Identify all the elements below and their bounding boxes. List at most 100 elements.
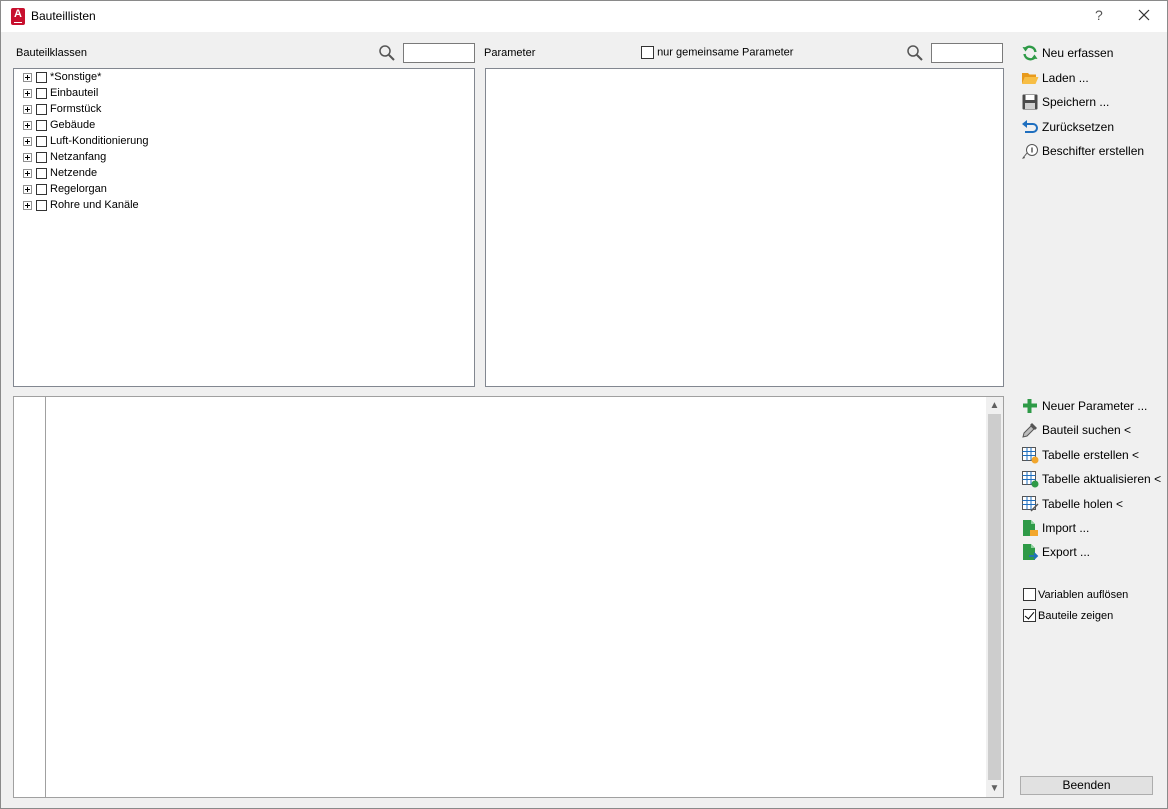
create-table-label: Tabelle erstellen < [1042,448,1140,462]
reset-button[interactable]: Zurücksetzen [1021,117,1114,137]
floppy-disk-icon [1022,94,1038,110]
autocad-logo-icon: A [11,8,25,25]
new-entry-button[interactable]: Neu erfassen [1021,43,1113,63]
tree-item-label: Netzende [50,167,98,180]
close-dialog-button[interactable]: Beenden [1020,776,1153,795]
find-part-button[interactable]: Bauteil suchen < [1021,420,1131,440]
new-parameter-label: Neuer Parameter ... [1042,399,1148,413]
load-label: Laden ... [1042,71,1089,85]
help-button[interactable]: ? [1095,7,1103,23]
vertical-scrollbar[interactable]: ▲ ▼ [986,397,1003,797]
expand-icon[interactable] [23,104,32,114]
resolve-variables-box[interactable] [1023,588,1036,601]
undo-icon [1022,120,1038,133]
tree-item-sonstige[interactable]: *Sonstige* [23,71,101,87]
save-label: Speichern ... [1042,95,1110,109]
expand-icon[interactable] [23,168,32,178]
table-get-icon [1022,496,1039,512]
resolve-variables-label: Variablen auflösen [1038,588,1129,601]
tree-checkbox[interactable] [36,119,47,131]
tree-item-regelorgan[interactable]: Regelorgan [23,183,107,199]
show-parts-box[interactable] [1023,609,1036,622]
tree-item-label: Luft-Konditionierung [50,135,149,148]
tree-item-label: Gebäude [50,119,96,132]
import-button[interactable]: Import ... [1021,518,1089,538]
export-label: Export ... [1042,545,1091,559]
tree-checkbox[interactable] [36,135,47,147]
create-labeler-label: Beschifter erstellen [1042,144,1145,158]
tree-item-label: Einbauteil [50,87,99,100]
expand-icon[interactable] [23,184,32,194]
find-part-label: Bauteil suchen < [1042,423,1132,437]
eyedropper-icon [1022,423,1037,438]
tree-item-netzende[interactable]: Netzende [23,167,97,183]
import-icon [1023,520,1038,536]
parameters-search-input[interactable] [931,43,1003,63]
search-icon[interactable] [906,44,924,62]
expand-icon[interactable] [23,120,32,130]
import-label: Import ... [1042,521,1090,535]
scroll-down-icon[interactable]: ▼ [986,780,1003,797]
expand-icon[interactable] [23,200,32,210]
expand-icon[interactable] [23,88,32,98]
tree-item-label: Formstück [50,103,102,116]
tree-item-netzanfang[interactable]: Netzanfang [23,151,106,167]
tree-checkbox[interactable] [36,103,47,115]
expand-icon[interactable] [23,72,32,82]
tree-checkbox[interactable] [36,183,47,195]
reset-label: Zurücksetzen [1042,120,1115,134]
shared-parameters-checkbox[interactable]: nur gemeinsame Parameter [641,46,793,59]
refresh-icon [1022,45,1038,61]
classes-tree[interactable]: *Sonstige* Einbauteil Formstück Gebäude … [13,68,475,387]
window-title: Bauteillisten [31,9,96,23]
update-table-label: Tabelle aktualisieren < [1042,472,1162,486]
tree-checkbox[interactable] [36,199,47,211]
tree-item-einbauteil[interactable]: Einbauteil [23,87,98,103]
classes-label: Bauteilklassen [16,47,87,59]
label-tag-icon [1022,144,1038,159]
tree-checkbox[interactable] [36,167,47,179]
table-grid[interactable]: ▲ ▼ [13,396,1004,798]
shared-parameters-box[interactable] [641,46,654,59]
tree-item-label: Rohre und Kanäle [50,199,139,212]
parameters-list[interactable] [485,68,1004,387]
close-icon[interactable] [1135,6,1153,24]
resolve-variables-checkbox[interactable]: Variablen auflösen [1023,588,1128,601]
show-parts-label: Bauteile zeigen [1038,609,1114,622]
tree-checkbox[interactable] [36,87,47,99]
show-parts-checkbox[interactable]: Bauteile zeigen [1023,609,1113,622]
classes-search-input[interactable] [403,43,475,63]
title-bar: A Bauteillisten ? [1,1,1167,32]
save-button[interactable]: Speichern ... [1021,92,1109,112]
tree-checkbox[interactable] [36,151,47,163]
get-table-button[interactable]: Tabelle holen < [1021,494,1123,514]
scrollbar-thumb[interactable] [988,414,1001,780]
tree-item-gebaeude[interactable]: Gebäude [23,119,95,135]
export-icon [1023,544,1039,560]
row-header-column [14,397,46,797]
folder-open-icon [1022,73,1039,84]
export-button[interactable]: Export ... [1021,542,1090,562]
tree-item-label: *Sonstige* [50,71,102,84]
update-table-button[interactable]: Tabelle aktualisieren < [1021,469,1161,489]
plus-icon [1023,399,1037,413]
tree-checkbox[interactable] [36,71,47,83]
get-table-label: Tabelle holen < [1042,497,1124,511]
new-parameter-button[interactable]: Neuer Parameter ... [1021,396,1147,416]
create-labeler-button[interactable]: Beschifter erstellen [1021,141,1144,161]
tree-item-rohre-und-kanaele[interactable]: Rohre und Kanäle [23,199,139,215]
search-icon[interactable] [378,44,396,62]
tree-item-label: Regelorgan [50,183,107,196]
table-create-icon [1022,447,1039,464]
create-table-button[interactable]: Tabelle erstellen < [1021,445,1139,465]
expand-icon[interactable] [23,152,32,162]
shared-parameters-label: nur gemeinsame Parameter [657,46,794,59]
parameters-label: Parameter [484,47,536,59]
tree-item-luft-konditionierung[interactable]: Luft-Konditionierung [23,135,148,151]
table-update-icon [1022,471,1039,488]
expand-icon[interactable] [23,136,32,146]
scroll-up-icon[interactable]: ▲ [986,397,1003,414]
load-button[interactable]: Laden ... [1021,68,1089,88]
bauteillisten-dialog: A Bauteillisten ? Bauteilklassen Paramet… [0,0,1168,809]
tree-item-formstueck[interactable]: Formstück [23,103,101,119]
